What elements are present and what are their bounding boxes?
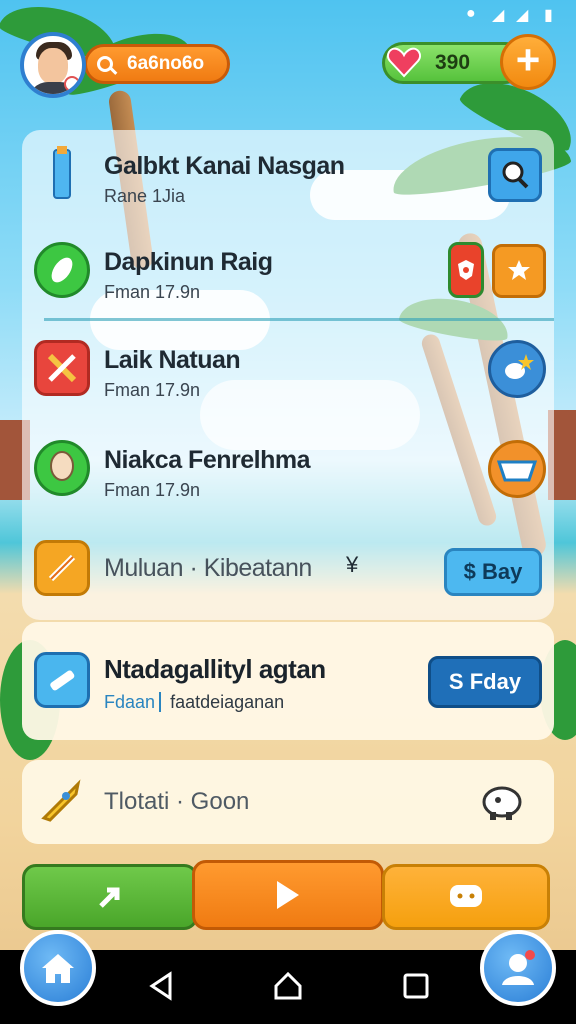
info-card-label: Tlotati · Goon: [104, 788, 250, 815]
card-subtitle-prefix: Fdaan: [104, 692, 162, 712]
card-subtitle: Fdaan faatdeiaganan: [104, 692, 284, 713]
arrow-icon: [99, 887, 120, 908]
profile-icon: [502, 950, 535, 985]
location-icon: ●: [466, 5, 476, 22]
home-icon: [42, 954, 74, 983]
leaf-icon: [34, 242, 90, 298]
list-item[interactable]: Dapkinun Raig Fman 17.9n: [34, 236, 546, 306]
divider: [44, 318, 554, 321]
list-item-subtitle: Fman 17.9n: [104, 480, 201, 500]
character-icon: [34, 440, 90, 496]
list-item-extra: ¥: [346, 552, 359, 577]
buy-button[interactable]: $ Bay: [444, 548, 542, 596]
heart-icon: [387, 47, 421, 78]
offer-card[interactable]: Ntadagallityl agtan Fdaan faatdeiaganan …: [22, 622, 554, 740]
battery-icon: ▮: [544, 7, 553, 24]
tab-play[interactable]: [192, 860, 384, 930]
tab-share[interactable]: [22, 864, 198, 930]
search-value: 6a6no6o: [127, 53, 205, 74]
tools-icon: [34, 340, 90, 396]
card-subtitle-rest: faatdeiaganan: [170, 692, 285, 712]
status-bar: ● ◢ ◢ ▮: [0, 0, 576, 28]
list-item-subtitle: Rane 1Jia: [104, 186, 186, 206]
notification-badge: [64, 76, 80, 92]
avatar[interactable]: [20, 32, 86, 98]
wifi-icon: ◢: [516, 7, 529, 24]
piggy-bank-icon[interactable]: [478, 778, 528, 824]
shield-button[interactable]: [448, 242, 484, 298]
home-nav-icon[interactable]: [272, 970, 304, 1002]
rocket-icon: [36, 776, 86, 826]
list-item-title: Muluan · Kibeatann: [104, 554, 312, 582]
profile-button[interactable]: [480, 930, 556, 1006]
home-button[interactable]: [20, 930, 96, 1006]
bottle-icon: [34, 146, 90, 202]
gear-button[interactable]: [492, 244, 546, 298]
chat-icon: [450, 885, 482, 907]
coins-value: 390: [435, 51, 471, 74]
list-item[interactable]: Niakca Fenrelhma Fman 17.9n: [34, 434, 546, 504]
list-item[interactable]: Muluan · Kibeatann ¥ $ Bay: [34, 534, 544, 604]
list-item[interactable]: Laik Natuan Fman 17.9n: [34, 334, 546, 404]
list-item-title: Niakca Fenrelhma: [104, 446, 311, 474]
pay-button[interactable]: S Fday: [428, 656, 542, 708]
card-title: Ntadagallityl agtan: [104, 654, 326, 684]
info-card[interactable]: Tlotati · Goon: [22, 760, 554, 844]
add-coins-button[interactable]: +: [500, 34, 556, 90]
search-icon: [97, 56, 113, 72]
list-item[interactable]: Galbkt Kanai Nasgan Rane 1Jia: [34, 140, 544, 210]
star-badge-button[interactable]: [488, 340, 546, 398]
signal-icon: ◢: [492, 7, 505, 24]
list-item-title: Dapkinun Raig: [104, 248, 273, 276]
pencil-icon: [34, 540, 90, 596]
search-bar[interactable]: 6a6no6o: [84, 44, 230, 84]
list-item-subtitle: Fman 17.9n: [104, 380, 201, 400]
play-icon: [277, 881, 299, 909]
search-button[interactable]: [488, 148, 542, 202]
list-item-subtitle: Fman 17.9n: [104, 282, 201, 302]
bowl-button[interactable]: [488, 440, 546, 498]
tab-chat[interactable]: [382, 864, 550, 930]
recents-icon[interactable]: [402, 972, 430, 1000]
list-item-title: Galbkt Kanai Nasgan: [104, 152, 345, 180]
back-icon[interactable]: [146, 970, 176, 1002]
card-icon: [34, 652, 90, 708]
list-item-title: Laik Natuan: [104, 346, 241, 374]
